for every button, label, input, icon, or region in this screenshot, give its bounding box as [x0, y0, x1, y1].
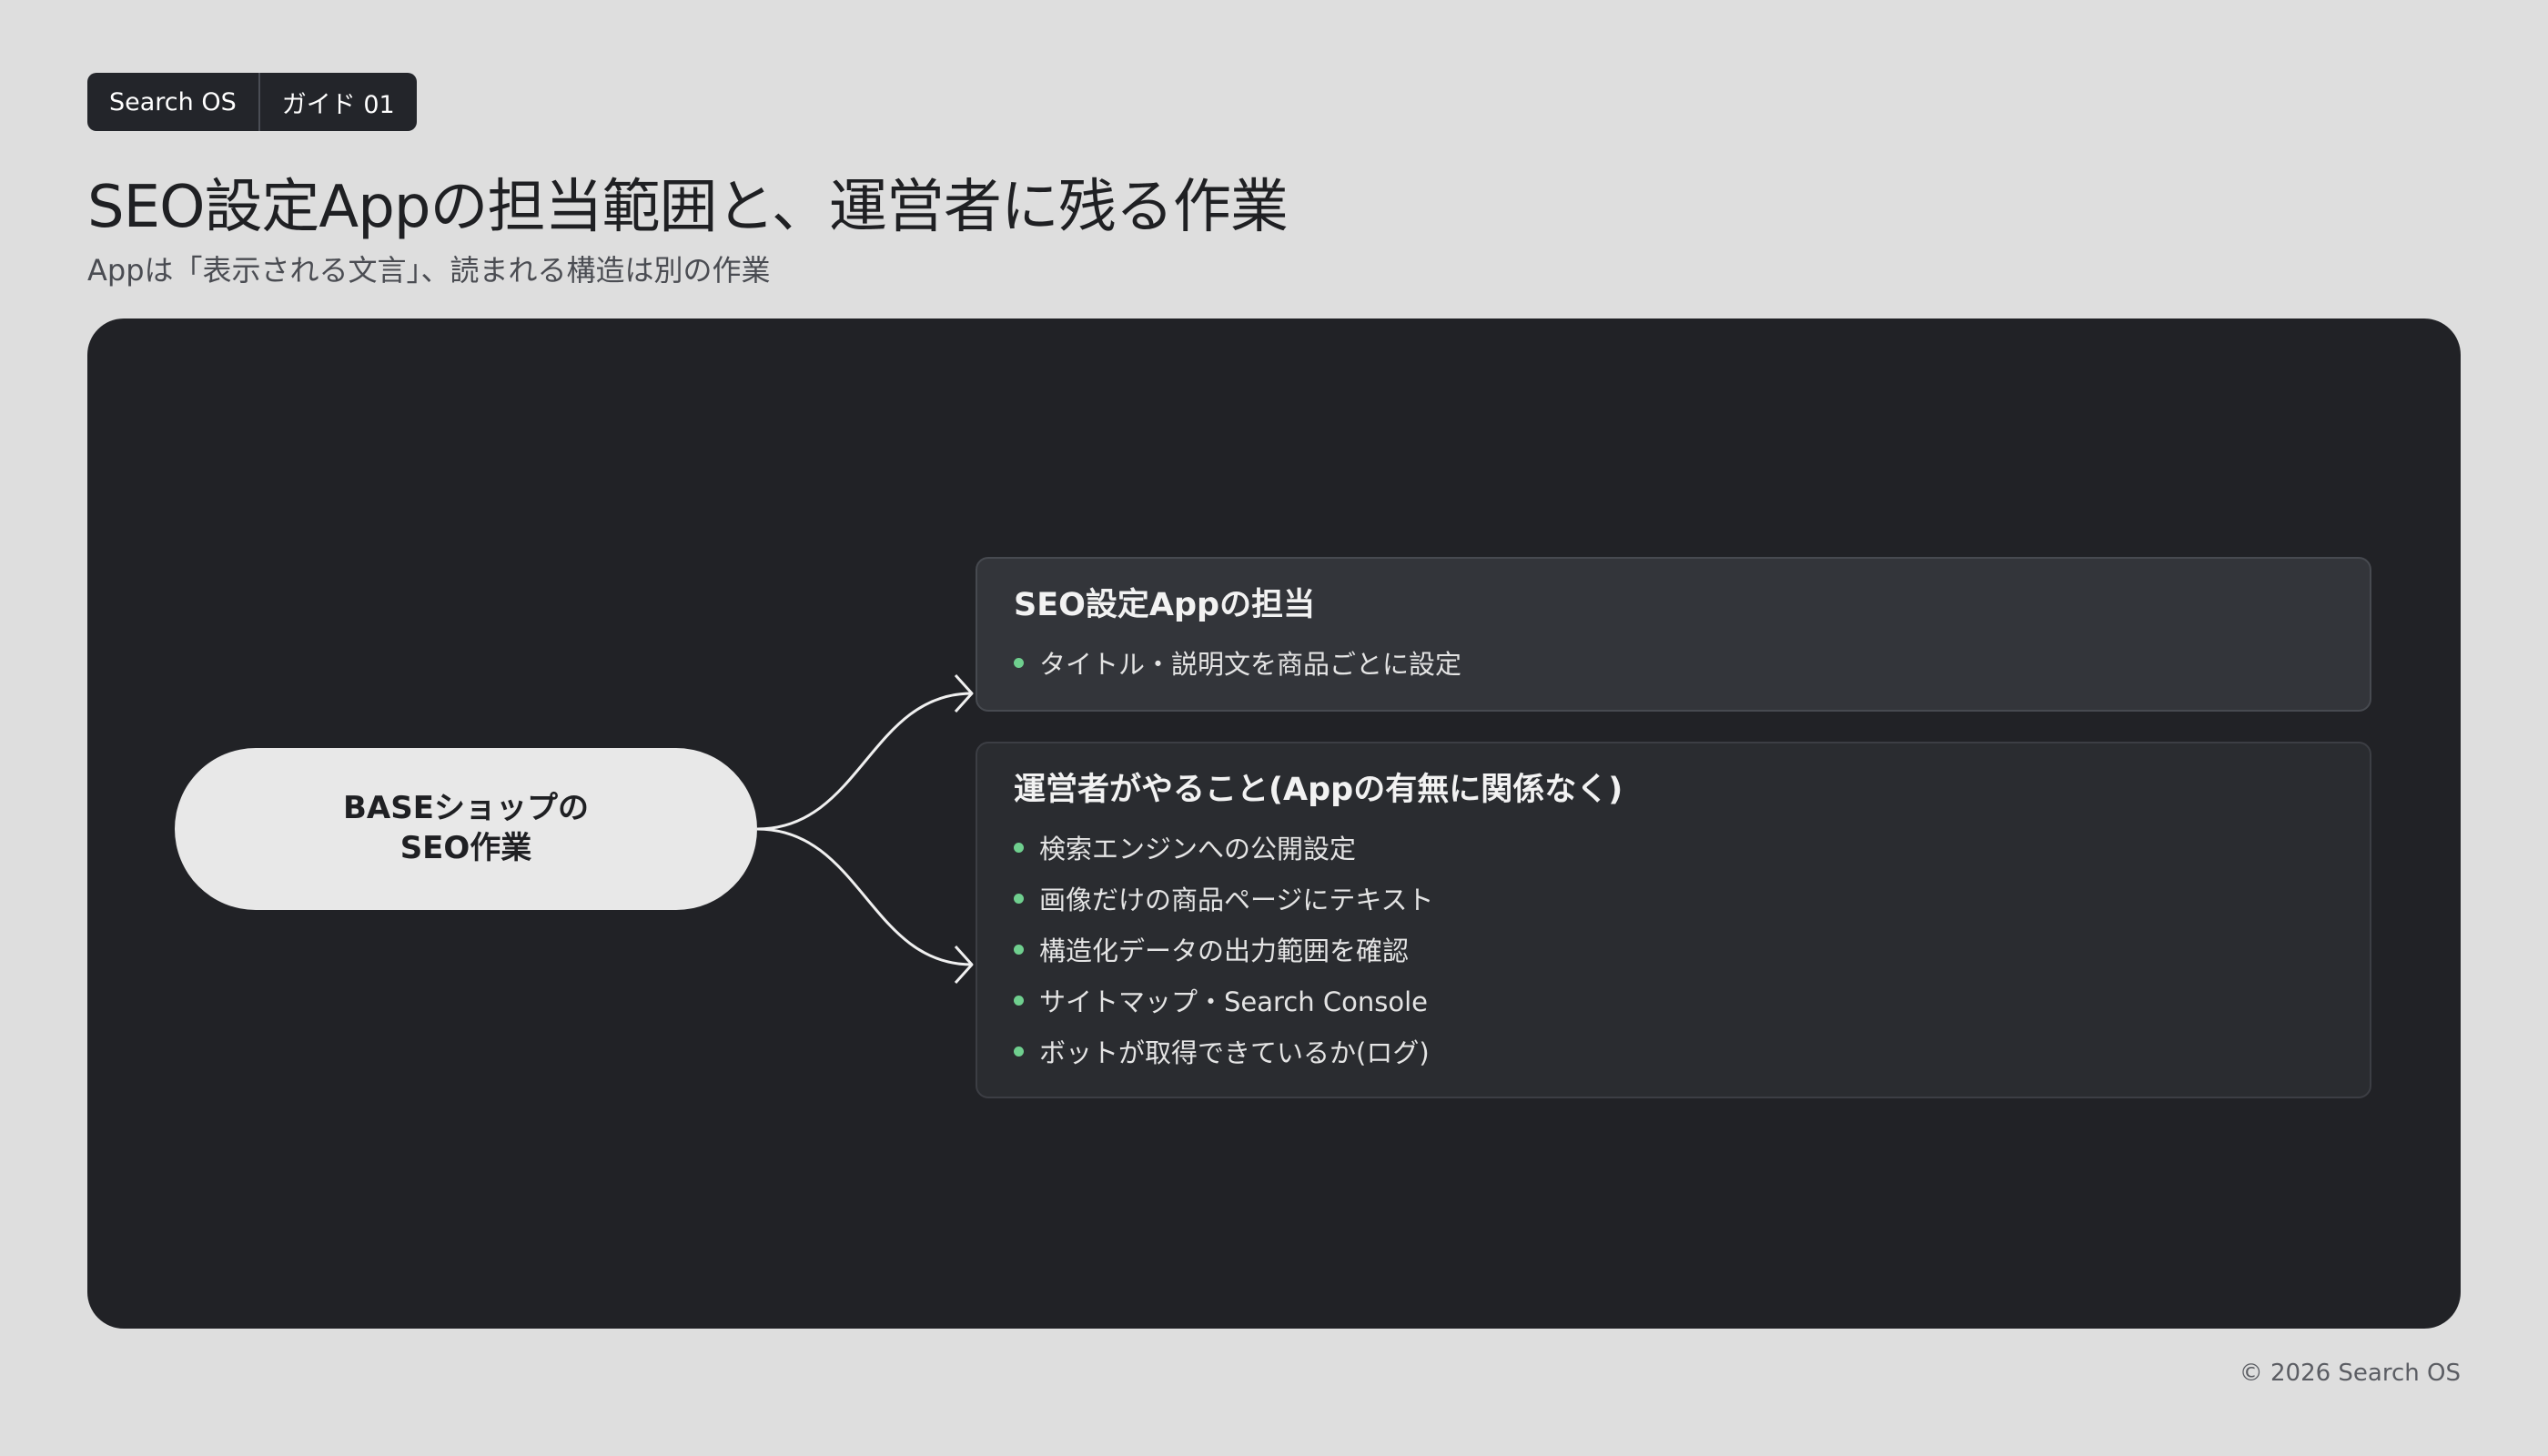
page-subtitle: Appは「表示される文言」、読まれる構造は別の作業 [87, 253, 771, 288]
bullet-dot [1014, 995, 1024, 1006]
bullet-dot [1014, 893, 1024, 904]
list-item: サイトマップ・Search Console [1014, 975, 2333, 1026]
copyright: © 2026 Search OS [2239, 1360, 2461, 1387]
badge-brand: Search OS [109, 87, 237, 116]
bullet-dot [1014, 944, 1024, 955]
root-node-line-1: BASEショップの [343, 790, 589, 827]
list-item-text: 検索エンジンへの公開設定 [1039, 834, 1357, 864]
operator-tasks-title: 運営者がやること(Appの有無に関係なく) [1014, 772, 1623, 808]
bullet-dot [1014, 657, 1024, 668]
connector-to-app-box [756, 692, 973, 831]
root-node: BASEショップの SEO作業 [175, 748, 757, 910]
page-title: SEO設定Appの担当範囲と、運営者に残る作業 [87, 174, 1289, 241]
diagram-panel: BASEショップの SEO作業 SEO設定Appの担当 タイトル・説明文を商品ご… [87, 318, 2461, 1329]
app-responsibility-box: SEO設定Appの担当 タイトル・説明文を商品ごとに設定 [976, 557, 2371, 712]
badge-guide: ガイド 01 [281, 90, 395, 119]
connector-to-operator-box [756, 827, 973, 966]
list-item: 検索エンジンへの公開設定 [1014, 822, 2333, 873]
app-responsibility-list: タイトル・説明文を商品ごとに設定 [1014, 637, 2333, 688]
list-item-text: 構造化データの出力範囲を確認 [1039, 935, 1410, 966]
list-item-text: タイトル・説明文を商品ごとに設定 [1039, 649, 1462, 680]
list-item: タイトル・説明文を商品ごとに設定 [1014, 637, 2333, 688]
list-item: 画像だけの商品ページにテキスト [1014, 873, 2333, 924]
app-responsibility-title: SEO設定Appの担当 [1014, 587, 1316, 623]
header-badge: Search OS ガイド 01 [87, 73, 417, 131]
list-item: 構造化データの出力範囲を確認 [1014, 924, 2333, 975]
list-item-text: ボットが取得できているか(ログ) [1039, 1037, 1430, 1068]
bullet-dot [1014, 842, 1024, 853]
operator-tasks-list: 検索エンジンへの公開設定 画像だけの商品ページにテキスト 構造化データの出力範囲… [1014, 822, 2333, 1077]
operator-tasks-box: 運営者がやること(Appの有無に関係なく) 検索エンジンへの公開設定 画像だけの… [976, 742, 2371, 1098]
bullet-dot [1014, 1046, 1024, 1057]
list-item-text: サイトマップ・Search Console [1039, 986, 1428, 1017]
root-node-line-2: SEO作業 [399, 830, 532, 866]
list-item: ボットが取得できているか(ログ) [1014, 1026, 2333, 1077]
list-item-text: 画像だけの商品ページにテキスト [1039, 885, 1434, 915]
